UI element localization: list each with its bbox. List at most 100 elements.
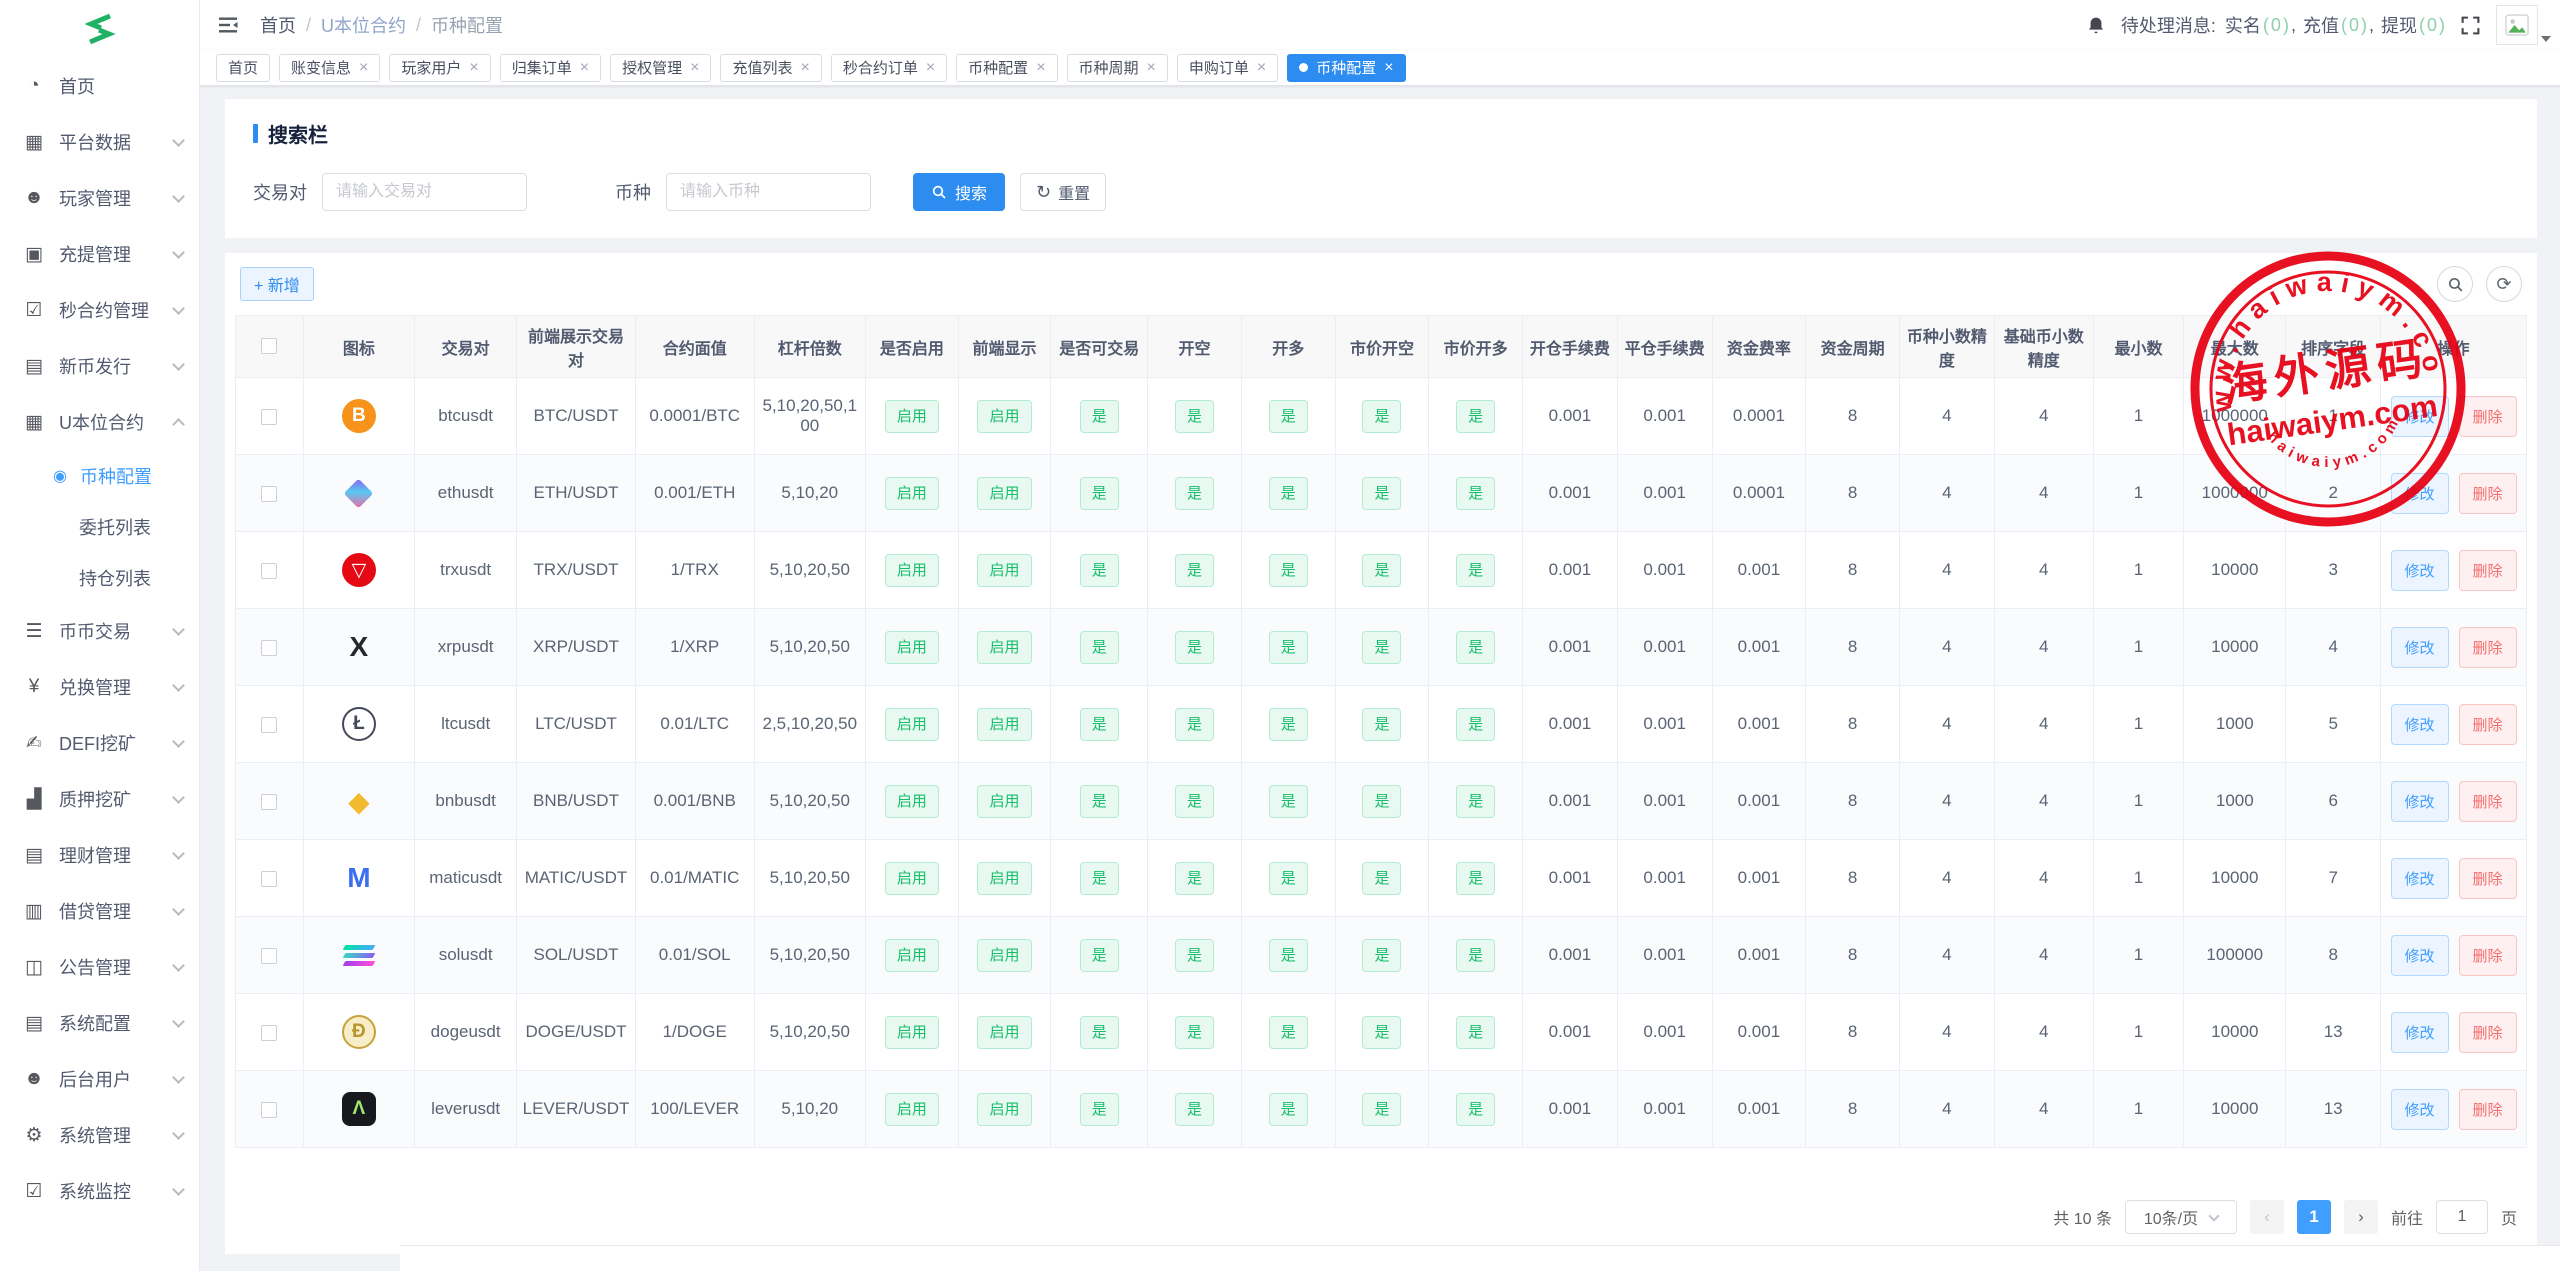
edit-button[interactable]: 修改 [2391, 935, 2449, 976]
sidebar-item-12[interactable]: ▤理财管理 [0, 827, 199, 883]
close-icon[interactable]: × [1257, 60, 1266, 76]
delete-button[interactable]: 删除 [2459, 1089, 2517, 1130]
sidebar-item-17[interactable]: ⚙系统管理 [0, 1107, 199, 1163]
user-avatar[interactable] [2496, 5, 2538, 45]
cell-checkbox [236, 994, 304, 1071]
sidebar-item-5[interactable]: ☑秒合约管理 [0, 282, 199, 338]
sidebar-item-13[interactable]: ▥借贷管理 [0, 883, 199, 939]
table-panel: + 新增 ⟳ 图标交易对前端展示交易对合约面值杠杆倍数是否启用前端显示是否可交易… [225, 253, 2537, 1254]
row-checkbox[interactable] [261, 794, 277, 810]
tab-5[interactable]: 授权管理× [610, 54, 711, 82]
add-button[interactable]: + 新增 [240, 267, 314, 301]
close-icon[interactable]: × [359, 60, 368, 76]
delete-button[interactable]: 删除 [2459, 935, 2517, 976]
sidebar-subitem-2[interactable]: 委托列表 [0, 501, 199, 552]
row-checkbox[interactable] [261, 871, 277, 887]
delete-button[interactable]: 删除 [2459, 550, 2517, 591]
edit-button[interactable]: 修改 [2391, 1089, 2449, 1130]
current-page-button[interactable]: 1 [2297, 1200, 2331, 1234]
row-checkbox[interactable] [261, 1102, 277, 1118]
close-icon[interactable]: × [580, 60, 589, 76]
pair-search-input[interactable] [322, 173, 527, 211]
edit-button[interactable]: 修改 [2391, 627, 2449, 668]
cell-actions: 修改删除 [2381, 532, 2527, 609]
edit-button[interactable]: 修改 [2391, 473, 2449, 514]
tab-4[interactable]: 归集订单× [500, 54, 601, 82]
tab-7[interactable]: 秒合约订单× [831, 54, 947, 82]
close-icon[interactable]: × [1384, 60, 1393, 76]
delete-button[interactable]: 删除 [2459, 704, 2517, 745]
row-checkbox[interactable] [261, 640, 277, 656]
sidebar-item-16[interactable]: ☻后台用户 [0, 1051, 199, 1107]
row-checkbox[interactable] [261, 948, 277, 964]
page-size-select[interactable]: 10条/页 [2125, 1200, 2237, 1234]
sidebar-item-4[interactable]: ▣充提管理 [0, 226, 199, 282]
delete-button[interactable]: 删除 [2459, 858, 2517, 899]
app-logo[interactable] [0, 0, 199, 58]
sidebar-item-15[interactable]: ▤系统配置 [0, 995, 199, 1051]
search-button[interactable]: 搜索 [913, 173, 1005, 211]
edit-button[interactable]: 修改 [2391, 858, 2449, 899]
tab-2[interactable]: 账变信息× [279, 54, 380, 82]
sidebar-item-6[interactable]: ▤新币发行 [0, 338, 199, 394]
close-icon[interactable]: × [1036, 60, 1045, 76]
tab-11[interactable]: 币种配置× [1287, 54, 1405, 82]
row-checkbox[interactable] [261, 486, 277, 502]
edit-button[interactable]: 修改 [2391, 781, 2449, 822]
edit-button[interactable]: 修改 [2391, 396, 2449, 437]
delete-button[interactable]: 删除 [2459, 1012, 2517, 1053]
edit-button[interactable]: 修改 [2391, 704, 2449, 745]
edit-button[interactable]: 修改 [2391, 550, 2449, 591]
close-icon[interactable]: × [469, 60, 478, 76]
prev-page-button[interactable]: ‹ [2250, 1200, 2284, 1234]
delete-button[interactable]: 删除 [2459, 396, 2517, 437]
row-checkbox[interactable] [261, 409, 277, 425]
tab-10[interactable]: 申购订单× [1177, 54, 1278, 82]
table-refresh-button[interactable]: ⟳ [2486, 266, 2522, 302]
goto-page-input[interactable] [2436, 1200, 2488, 1234]
delete-button[interactable]: 删除 [2459, 473, 2517, 514]
sidebar-item-1[interactable]: ◔首页 [0, 58, 199, 114]
tab-1[interactable]: 首页 [216, 54, 270, 82]
sidebar-item-10[interactable]: ✍DEFI挖矿 [0, 715, 199, 771]
table-search-toggle-button[interactable] [2437, 266, 2473, 302]
sidebar-item-18[interactable]: ☑系统监控 [0, 1163, 199, 1219]
sidebar-item-2[interactable]: ▦平台数据 [0, 114, 199, 170]
reset-button[interactable]: ↻ 重置 [1020, 173, 1106, 211]
delete-button[interactable]: 删除 [2459, 781, 2517, 822]
tab-6[interactable]: 充值列表× [720, 54, 821, 82]
close-icon[interactable]: × [926, 60, 935, 76]
sidebar-item-9[interactable]: ¥兑换管理 [0, 659, 199, 715]
msg-withdraw-label[interactable]: 提现 [2381, 12, 2417, 38]
sidebar-subitem-1[interactable]: ◉币种配置 [0, 450, 199, 501]
sidebar-item-14[interactable]: ◫公告管理 [0, 939, 199, 995]
sidebar-collapse-icon[interactable] [216, 13, 240, 37]
close-icon[interactable]: × [690, 60, 699, 76]
close-icon[interactable]: × [800, 60, 809, 76]
tab-8[interactable]: 币种配置× [956, 54, 1057, 82]
msg-deposit-label[interactable]: 充值 [2303, 12, 2339, 38]
next-page-button[interactable]: › [2344, 1200, 2378, 1234]
sidebar-item-3[interactable]: ☻玩家管理 [0, 170, 199, 226]
breadcrumb-parent[interactable]: U本位合约 [321, 12, 406, 38]
row-checkbox[interactable] [261, 563, 277, 579]
fullscreen-icon[interactable] [2460, 15, 2481, 36]
row-checkbox[interactable] [261, 1025, 277, 1041]
coin-search-input[interactable] [666, 173, 871, 211]
row-checkbox[interactable] [261, 717, 277, 733]
sidebar-item-8[interactable]: ☰币币交易 [0, 603, 199, 659]
select-all-checkbox[interactable] [261, 338, 277, 354]
sidebar-item-7[interactable]: ▦U本位合约 [0, 394, 199, 450]
tab-3[interactable]: 玩家用户× [389, 54, 490, 82]
delete-button[interactable]: 删除 [2459, 627, 2517, 668]
sidebar-item-11[interactable]: ▟质押挖矿 [0, 771, 199, 827]
close-icon[interactable]: × [1147, 60, 1156, 76]
breadcrumb-home[interactable]: 首页 [260, 12, 296, 38]
tab-9[interactable]: 币种周期× [1067, 54, 1168, 82]
sidebar-subitem-3[interactable]: 持仓列表 [0, 552, 199, 603]
msg-realname-label[interactable]: 实名 [2225, 12, 2261, 38]
cell-pair: btcusdt [415, 378, 517, 455]
cell-coin-precision: 4 [1899, 840, 1994, 917]
bell-icon[interactable] [2086, 15, 2106, 36]
edit-button[interactable]: 修改 [2391, 1012, 2449, 1053]
